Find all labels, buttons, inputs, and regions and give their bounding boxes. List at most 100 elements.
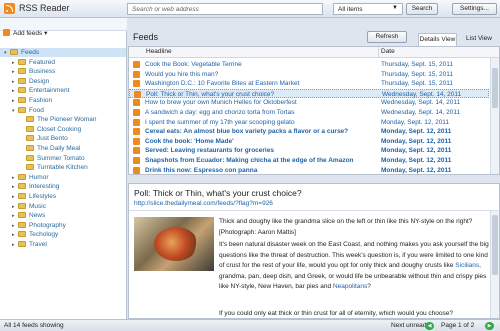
sidebar-item-news[interactable]: ▸ News — [0, 211, 126, 220]
sidebar-item-travel[interactable]: ▸ Travel — [0, 240, 126, 249]
sidebar-item-food[interactable]: ▾ Food — [0, 106, 126, 115]
sidebar-item-feeds[interactable]: ▾ Feeds — [0, 48, 126, 57]
add-feeds-button[interactable]: Add feeds ▾ — [3, 29, 47, 37]
settings-button[interactable]: Settings... — [452, 3, 497, 15]
folder-icon — [18, 221, 26, 228]
article-headline: Would you hire this man? — [145, 70, 219, 78]
sidebar-item-interesting[interactable]: ▸ Interesting — [0, 182, 126, 191]
page-indicator: Page 1 of 2 — [441, 322, 475, 329]
column-header-headline[interactable]: Headline — [146, 48, 172, 55]
article-headline: A sandwich a day: egg and chorizo torta … — [145, 109, 295, 116]
filter-select-value: All items — [338, 6, 363, 13]
article-row[interactable]: How to brew your own Munich Helles for O… — [129, 98, 489, 107]
article-headline: Snapshots from Ecuador: Making chicha at… — [145, 157, 354, 164]
sidebar-item-label: Music — [29, 202, 46, 210]
app-title: RSS Reader — [19, 3, 70, 13]
sidebar-item-label: The Pioneer Woman — [37, 116, 97, 124]
article-date: Monday, Sept. 12, 2011 — [381, 157, 452, 164]
sidebar-item-label: The Daily Meal — [37, 145, 81, 152]
rss-icon — [133, 137, 140, 145]
article-date: Monday, Sept. 12, 2011 — [381, 118, 450, 126]
article-row[interactable]: Poll: Thick or Thin, what's your crust c… — [129, 88, 489, 98]
column-divider[interactable] — [378, 47, 379, 58]
rss-icon — [133, 109, 140, 116]
folder-icon — [26, 164, 34, 171]
article-headline: Served: Leaving restaurants for grocerie… — [145, 147, 274, 155]
folder-icon — [26, 154, 34, 161]
sidebar-item-the-pioneer-woman[interactable]: The Pioneer Woman — [0, 115, 126, 124]
list-scrollbar[interactable] — [490, 58, 499, 174]
sidebar-item-fashion[interactable]: ▸ Fashion — [0, 96, 126, 105]
article-list: Headline Date Cook the Book: Vegetable T… — [128, 46, 500, 175]
preview-scrollbar[interactable] — [490, 211, 499, 318]
sidebar-item-label: Closet Cooking — [37, 125, 82, 133]
rss-icon — [134, 90, 141, 98]
sidebar-item-photography[interactable]: ▸ Photography — [0, 221, 126, 230]
preview-scroll-thumb[interactable] — [492, 215, 498, 275]
tab-list-view[interactable]: List View — [460, 33, 498, 46]
sidebar-item-summer-tomato[interactable]: Summer Tomato — [0, 154, 126, 163]
folder-icon — [18, 106, 26, 113]
preview-paragraph: It's been natural disaster week on the E… — [219, 240, 489, 293]
folder-icon — [18, 77, 26, 84]
rss-icon — [133, 99, 140, 107]
folder-icon — [26, 135, 34, 142]
folder-icon — [18, 97, 26, 103]
sidebar-item-featured[interactable]: ▸ Featured — [0, 58, 126, 67]
article-row[interactable]: I spent the summer of my 17th year scoop… — [129, 118, 489, 127]
sidebar-item-label: Photography — [29, 221, 66, 229]
article-row[interactable]: Cook the book: 'Home Made' Monday, Sept. … — [129, 137, 489, 146]
neapolitans-link[interactable]: Neapolitans — [333, 283, 367, 290]
preview-title: Poll: Thick or Thin, what's your crust c… — [134, 188, 302, 198]
sidebar-item-entertainment[interactable]: ▸ Entertainment — [0, 86, 126, 95]
rss-icon — [133, 166, 140, 174]
previous-page-icon[interactable]: ◀ — [425, 322, 434, 330]
preview-link[interactable]: http://slice.thedailymeal.com/feeds/?fla… — [134, 200, 273, 207]
article-date: Thursday, Sept. 15, 2011 — [381, 70, 454, 78]
preview-paragraph: If you could only eat thick or thin crus… — [219, 310, 453, 317]
sidebar-item-label: Interesting — [29, 183, 60, 191]
sicilians-link[interactable]: Sicilians — [455, 262, 479, 269]
article-row[interactable]: Cereal eats: An almost blue box variety … — [129, 127, 489, 136]
sidebar-item-the-daily-meal[interactable]: The Daily Meal — [0, 144, 126, 153]
sidebar-item-label: Travel — [29, 241, 47, 248]
rss-icon — [133, 157, 140, 164]
sidebar-item-design[interactable]: ▸ Design — [0, 77, 126, 86]
tab-details-view[interactable]: Details View — [418, 33, 457, 46]
article-row[interactable]: Drink this now: Espresso con panna Monday… — [129, 166, 489, 174]
folder-icon — [18, 183, 26, 190]
sidebar-item-turntable-kitchen[interactable]: Turntable Kitchen — [0, 163, 126, 172]
sidebar-item-music[interactable]: ▸ Music — [0, 202, 126, 211]
refresh-button[interactable]: Refresh — [367, 31, 407, 43]
sidebar-item-humor[interactable]: ▸ Humor — [0, 173, 126, 182]
text-span: ? — [367, 283, 371, 290]
list-scroll-thumb[interactable] — [492, 68, 498, 108]
article-date: Thursday, Sept. 15, 2011 — [381, 61, 454, 68]
chevron-down-icon: ▼ — [392, 5, 398, 11]
sidebar-item-just-bento[interactable]: Just Bento — [0, 134, 126, 143]
column-header-date[interactable]: Date — [381, 48, 395, 55]
filter-select[interactable]: All items ▼ — [333, 3, 403, 15]
article-preview: Poll: Thick or Thin, what's your crust c… — [128, 183, 500, 319]
search-input[interactable] — [127, 3, 323, 15]
sidebar-item-techology[interactable]: ▸ Techology — [0, 230, 126, 239]
article-row[interactable]: A sandwich a day: egg and chorizo torta … — [129, 108, 489, 117]
folder-icon — [18, 68, 26, 75]
article-headline: Cook the Book: Vegetable Terrine — [145, 61, 242, 68]
next-page-icon[interactable]: ▶ — [485, 322, 494, 330]
article-row[interactable]: Snapshots from Ecuador: Making chicha at… — [129, 156, 489, 165]
search-button[interactable]: Search — [406, 3, 438, 15]
sidebar-item-closet-cooking[interactable]: Closet Cooking — [0, 125, 126, 134]
rss-icon — [133, 80, 140, 88]
sidebar-item-lifestyles[interactable]: ▸ Lifestyles — [0, 192, 126, 201]
sidebar-item-business[interactable]: ▸ Business — [0, 67, 126, 76]
article-row[interactable]: Washington D.C.: 10 Favorite Bites at Ea… — [129, 79, 489, 88]
rss-icon — [133, 128, 140, 136]
article-headline: I spent the summer of my 17th year scoop… — [145, 118, 295, 126]
article-row[interactable]: Served: Leaving restaurants for grocerie… — [129, 146, 489, 155]
article-row[interactable]: Cook the Book: Vegetable Terrine Thursday… — [129, 60, 489, 69]
article-row[interactable]: Would you hire this man? Thursday, Sept. … — [129, 70, 489, 79]
next-unread-button[interactable]: Next unread — [391, 322, 426, 329]
folder-icon — [18, 193, 26, 199]
article-date: Thursday, Sept. 15, 2011 — [381, 80, 454, 88]
